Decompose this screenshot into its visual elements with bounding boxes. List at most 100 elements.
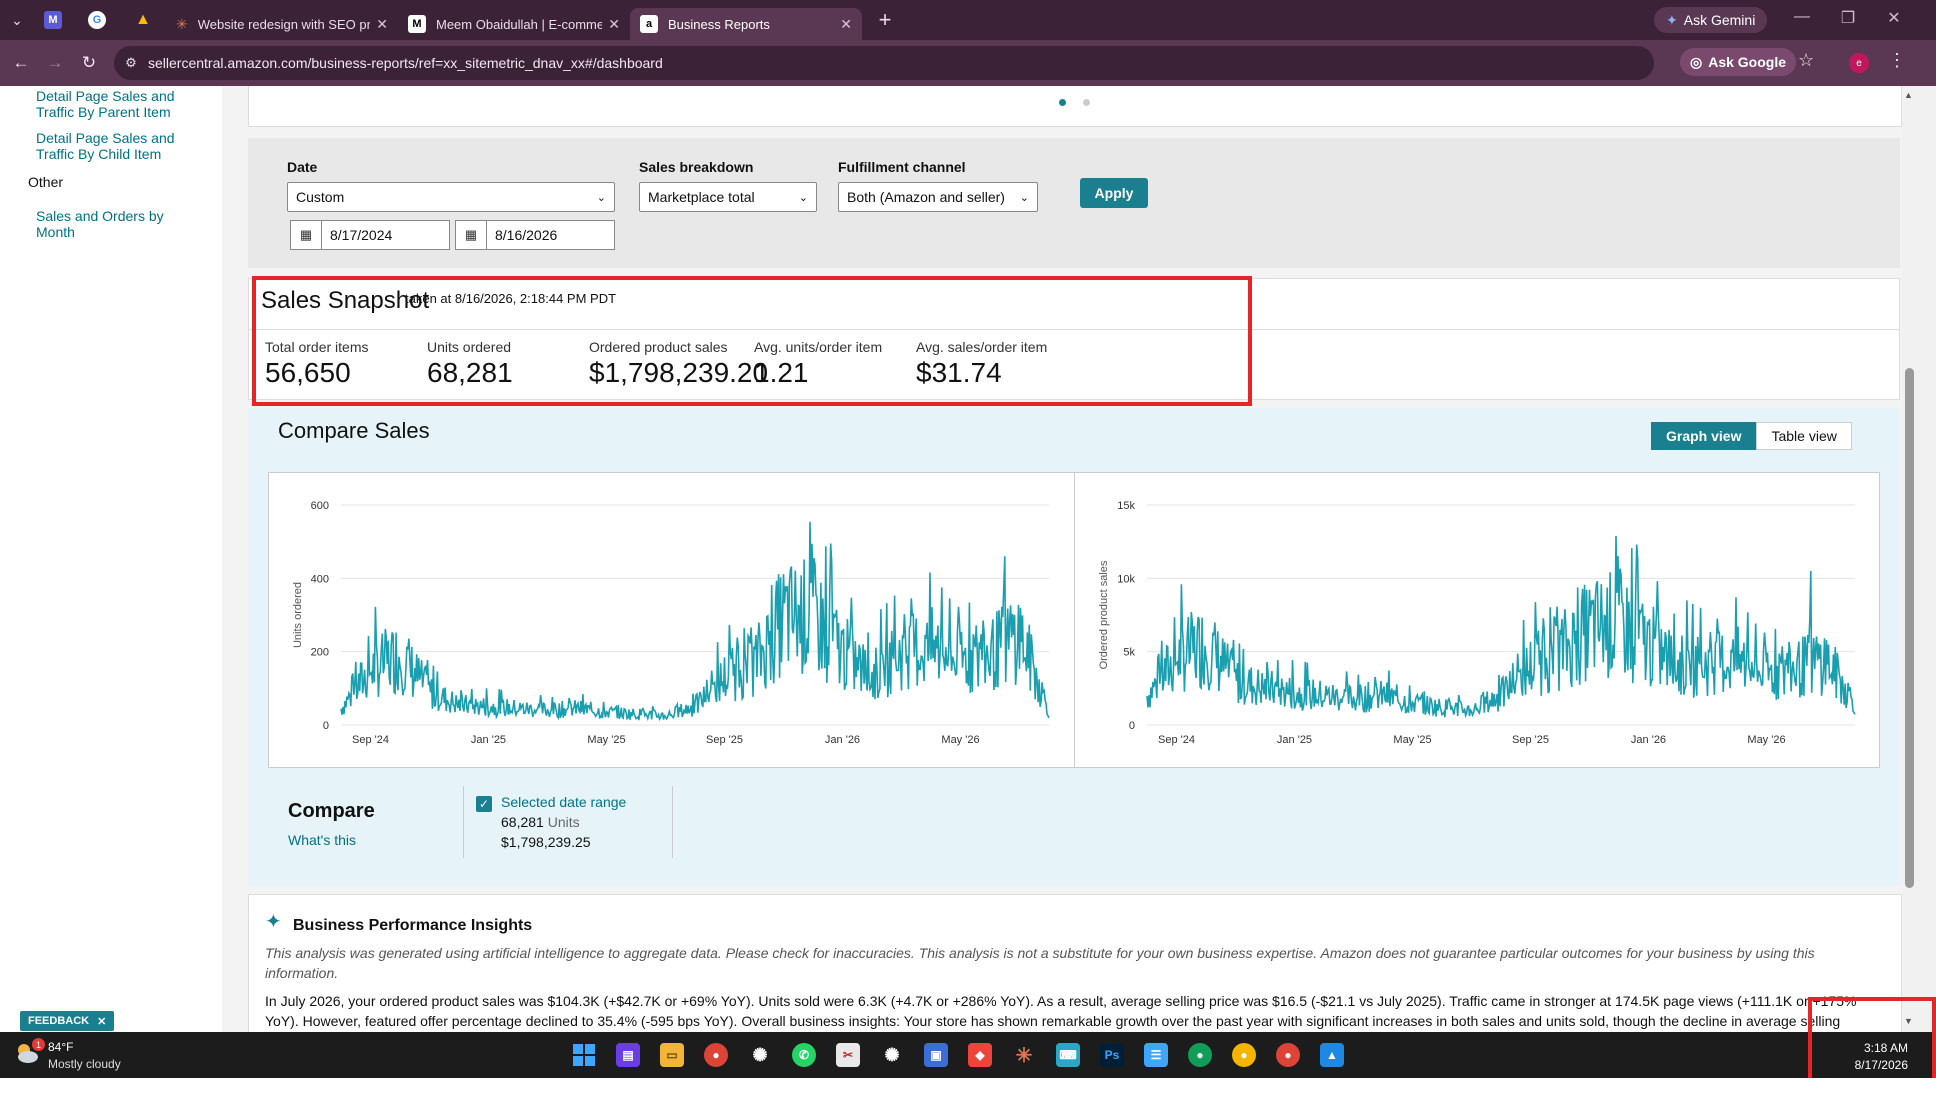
end-date-field[interactable]: ▦ 8/16/2026 xyxy=(455,220,615,250)
pinned-tab-ads[interactable]: ▲ xyxy=(120,5,166,35)
fulfillment-channel-select[interactable]: Both (Amazon and seller) ⌄ xyxy=(838,182,1038,212)
close-icon[interactable]: ✕ xyxy=(840,16,852,33)
sidebar-link-child-item[interactable]: Detail Page Sales and Traffic By Child I… xyxy=(36,130,216,162)
ask-google-button[interactable]: ◎ Ask Google xyxy=(1680,48,1797,76)
claude-icon[interactable]: ✳ xyxy=(1012,1043,1036,1067)
close-icon[interactable]: ✕ xyxy=(97,1015,106,1028)
minimize-icon[interactable]: — xyxy=(1782,8,1822,26)
windows-taskbar: 1 84°F Mostly cloudy ▤ ▭ ● ✺ ✆ ✂ ✺ ▣ ◆ ✳… xyxy=(0,1032,1936,1078)
apply-button[interactable]: Apply xyxy=(1080,178,1148,208)
tab-meem-obaidullah[interactable]: M Meem Obaidullah | E-commerce ✕ xyxy=(398,8,630,40)
pinned-tab-m[interactable]: M xyxy=(32,5,74,35)
units-ordered-chart: 0 200 400 600 Units ordered Sep '24 Jan '25 May… xyxy=(292,500,1050,746)
tab-search-chevron-icon[interactable]: ⌄ xyxy=(2,6,32,34)
remote-desktop-icon[interactable]: ▣ xyxy=(924,1043,948,1067)
chevron-down-icon: ⌄ xyxy=(1019,191,1029,204)
x-tick-label: Sep '24 xyxy=(352,734,389,746)
legend-sales-value: $1,798,239.25 xyxy=(501,834,591,850)
profile-avatar[interactable]: e xyxy=(1849,53,1869,73)
ask-gemini-button[interactable]: ✦ Ask Gemini xyxy=(1654,7,1768,33)
start-date-field[interactable]: ▦ 8/17/2024 xyxy=(290,220,450,250)
selected-range-legend: ✓ Selected date range 68,281 Units $1,79… xyxy=(463,786,673,858)
chrome-icon-2[interactable]: ● xyxy=(1188,1043,1212,1067)
google-ads-icon: ▲ xyxy=(135,11,151,28)
sales-breakdown-select[interactable]: Marketplace total ⌄ xyxy=(639,182,817,212)
photos-icon[interactable]: ▲ xyxy=(1320,1043,1344,1067)
tab-title: Business Reports xyxy=(668,16,770,32)
windows-start-icon[interactable] xyxy=(572,1043,596,1067)
tab-website-redesign[interactable]: ✳ Website redesign with SEO pre ✕ xyxy=(166,8,398,40)
chatgpt-icon-2[interactable]: ✺ xyxy=(880,1043,904,1067)
main-content: Date Custom ⌄ ▦ 8/17/2024 ▦ 8/16/2026 Sa… xyxy=(222,86,1902,1032)
chatgpt-icon[interactable]: ✺ xyxy=(748,1043,772,1067)
feedback-button[interactable]: FEEDBACK ✕ xyxy=(20,1011,115,1031)
chrome-icon-4[interactable]: ● xyxy=(1276,1043,1300,1067)
y-tick-label: 0 xyxy=(323,720,329,732)
menu-kebab-icon[interactable]: ⋮ xyxy=(1888,50,1906,71)
ask-google-label: Ask Google xyxy=(1708,54,1787,70)
restore-icon[interactable]: ❐ xyxy=(1828,8,1868,28)
x-tick-label: Sep '25 xyxy=(706,734,743,746)
table-view-button[interactable]: Table view xyxy=(1756,422,1852,450)
back-arrow-icon[interactable]: ← xyxy=(4,46,38,80)
sidebar-link-parent-item[interactable]: Detail Page Sales and Traffic By Parent … xyxy=(36,88,216,120)
chrome-icon-3[interactable]: ● xyxy=(1232,1043,1256,1067)
x-tick-label: May '25 xyxy=(1393,734,1431,746)
legend-units-word: Units xyxy=(547,814,580,830)
notepad-icon[interactable]: ☰ xyxy=(1144,1043,1168,1067)
x-tick-label: Jan '26 xyxy=(825,734,860,746)
photoshop-icon[interactable]: Ps xyxy=(1100,1043,1124,1067)
scrollbar-thumb[interactable] xyxy=(1905,368,1914,888)
window-close-icon[interactable]: ✕ xyxy=(1874,8,1914,28)
media-app-icon[interactable]: ▤ xyxy=(616,1043,640,1067)
close-icon[interactable]: ✕ xyxy=(376,16,388,33)
claude-icon: ✳ xyxy=(176,15,188,32)
insights-disclaimer: This analysis was generated using artifi… xyxy=(265,945,1815,981)
site-info-icon[interactable]: ⚙ xyxy=(114,55,148,71)
tab-business-reports[interactable]: a Business Reports ✕ xyxy=(630,8,862,40)
whatsapp-icon[interactable]: ✆ xyxy=(792,1043,816,1067)
y-tick-label: 200 xyxy=(311,647,329,659)
start-date-value: 8/17/2024 xyxy=(330,227,393,243)
calendar-icon[interactable]: ▦ xyxy=(291,221,322,249)
y-tick-label: 5k xyxy=(1123,647,1135,659)
bookmark-star-icon[interactable]: ☆ xyxy=(1798,50,1814,71)
whats-this-link[interactable]: What's this xyxy=(288,832,356,848)
page-scrollbar[interactable]: ▲ ▼ xyxy=(1902,86,1936,1032)
forward-arrow-icon[interactable]: → xyxy=(38,46,72,80)
calendar-icon[interactable]: ▦ xyxy=(456,221,487,249)
gemini-sparkle-icon: ✦ xyxy=(1666,11,1678,28)
chrome-icon[interactable]: ● xyxy=(704,1043,728,1067)
m-app-icon: M xyxy=(44,11,62,29)
date-range-select[interactable]: Custom ⌄ xyxy=(287,182,615,212)
keyboard-app-icon[interactable]: ⌨ xyxy=(1056,1043,1080,1067)
file-explorer-icon[interactable]: ▭ xyxy=(660,1043,684,1067)
tab-title: Meem Obaidullah | E-commerce xyxy=(436,16,603,32)
y-tick-label: 400 xyxy=(311,573,329,585)
sidebar-link-sales-orders-month[interactable]: Sales and Orders by Month xyxy=(36,208,176,240)
address-bar-row: ← → ↻ ⚙ sellercentral.amazon.com/busines… xyxy=(0,40,1936,86)
x-tick-label: May '25 xyxy=(587,734,625,746)
date-range-value: Custom xyxy=(296,189,345,205)
x-tick-label: Jan '25 xyxy=(471,734,506,746)
weather-badge: 1 xyxy=(32,1038,45,1051)
filter-panel: Date Custom ⌄ ▦ 8/17/2024 ▦ 8/16/2026 Sa… xyxy=(248,138,1900,268)
date-label: Date xyxy=(287,159,318,175)
carousel-dot[interactable] xyxy=(1083,99,1090,106)
graph-view-button[interactable]: Graph view xyxy=(1651,422,1757,450)
snipping-tool-icon[interactable]: ✂ xyxy=(836,1043,860,1067)
url-field[interactable]: ⚙ sellercentral.amazon.com/business-repo… xyxy=(114,46,1654,80)
x-tick-label: Jan '25 xyxy=(1277,734,1312,746)
reload-icon[interactable]: ↻ xyxy=(72,46,106,80)
weather-desc: Mostly cloudy xyxy=(48,1057,121,1071)
business-insights-panel: ✦ Business Performance Insights This ana… xyxy=(248,894,1902,1032)
new-tab-plus-icon[interactable]: + xyxy=(872,7,898,33)
pinned-tab-google[interactable]: G xyxy=(74,5,120,35)
close-icon[interactable]: ✕ xyxy=(608,16,620,33)
scroll-up-icon[interactable]: ▲ xyxy=(1904,90,1913,100)
amazon-icon: a xyxy=(640,15,658,33)
carousel-dot-active[interactable] xyxy=(1059,99,1066,106)
checkbox-checked-icon[interactable]: ✓ xyxy=(476,796,492,812)
legend-units-value: 68,281 xyxy=(501,814,544,830)
anydesk-icon[interactable]: ◆ xyxy=(968,1043,992,1067)
